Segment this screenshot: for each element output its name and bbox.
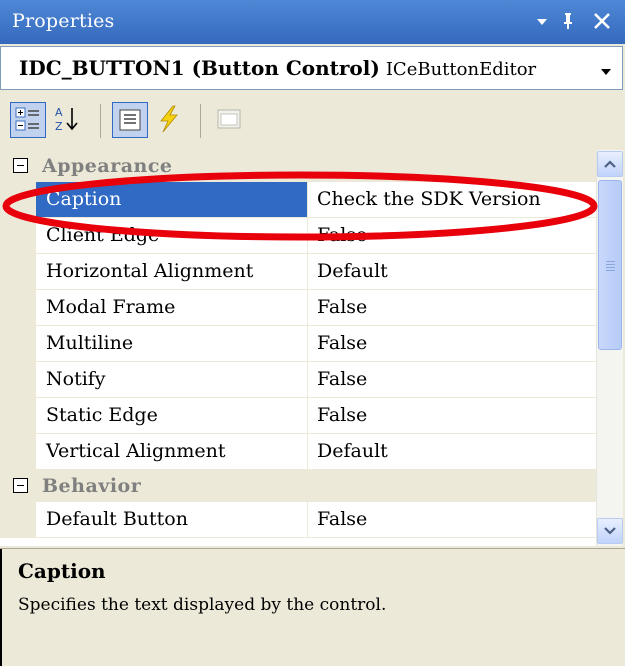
- categorized-button[interactable]: [10, 102, 46, 138]
- selected-object-name: IDC_BUTTON1 (Button Control) ICeButtonEdi…: [19, 56, 537, 80]
- chevron-up-icon: [604, 160, 616, 168]
- property-value[interactable]: Default: [309, 254, 596, 289]
- categorized-icon: [15, 107, 39, 131]
- svg-text:A: A: [55, 106, 63, 119]
- property-row-client-edge[interactable]: Client Edge False: [0, 218, 596, 254]
- property-row-default-button[interactable]: Default Button False: [0, 502, 596, 538]
- close-icon[interactable]: [592, 8, 612, 40]
- alphabetical-button[interactable]: A Z: [50, 102, 86, 138]
- chevron-down-icon[interactable]: [588, 47, 622, 89]
- property-name: Client Edge: [36, 218, 308, 253]
- property-name: Horizontal Alignment: [36, 254, 308, 289]
- object-selector-dropdown[interactable]: IDC_BUTTON1 (Button Control) ICeButtonEdi…: [0, 46, 623, 90]
- property-row-static-edge[interactable]: Static Edge False: [0, 398, 596, 434]
- scroll-down-button[interactable]: [597, 518, 623, 544]
- property-pages-button[interactable]: [212, 102, 248, 138]
- category-label: Appearance: [42, 155, 173, 177]
- chevron-down-icon: [604, 527, 616, 535]
- property-value[interactable]: Default: [309, 434, 596, 469]
- toolbar: A Z: [0, 92, 625, 150]
- property-value[interactable]: False: [309, 290, 596, 325]
- description-title: Caption: [18, 559, 106, 583]
- window-title: Properties: [12, 10, 115, 32]
- properties-icon: [119, 109, 141, 131]
- events-icon: [160, 105, 178, 133]
- collapse-icon[interactable]: [13, 478, 28, 493]
- property-value[interactable]: False: [309, 502, 596, 537]
- collapse-icon[interactable]: [13, 158, 28, 173]
- scrollbar-thumb[interactable]: [598, 180, 622, 350]
- property-row-notify[interactable]: Notify False: [0, 362, 596, 398]
- property-row-vertical-alignment[interactable]: Vertical Alignment Default: [0, 434, 596, 470]
- description-text: Specifies the text displayed by the cont…: [18, 595, 387, 615]
- selected-object-type: ICeButtonEditor: [385, 59, 537, 80]
- category-label: Behavior: [42, 475, 142, 497]
- category-behavior[interactable]: Behavior: [0, 470, 596, 502]
- events-button[interactable]: [152, 102, 188, 138]
- property-value[interactable]: False: [309, 362, 596, 397]
- svg-text:Z: Z: [55, 120, 63, 133]
- property-name: Notify: [36, 362, 308, 397]
- toolbar-separator: [200, 104, 201, 138]
- property-name: Multiline: [36, 326, 308, 361]
- properties-button[interactable]: [112, 102, 148, 138]
- auto-hide-pin-icon[interactable]: [560, 8, 576, 40]
- property-pages-icon: [217, 109, 241, 129]
- property-value[interactable]: Check the SDK Version: [309, 182, 596, 217]
- property-name: Caption: [36, 182, 308, 217]
- property-grid: Appearance Caption Check the SDK Version…: [0, 150, 596, 546]
- property-row-multiline[interactable]: Multiline False: [0, 326, 596, 362]
- property-name: Default Button: [36, 502, 308, 537]
- property-name: Vertical Alignment: [36, 434, 308, 469]
- description-pane: Caption Specifies the text displayed by …: [0, 548, 625, 666]
- property-value[interactable]: False: [309, 398, 596, 433]
- scroll-up-button[interactable]: [597, 151, 623, 177]
- property-name: Modal Frame: [36, 290, 308, 325]
- property-value[interactable]: False: [309, 326, 596, 361]
- property-row-horizontal-alignment[interactable]: Horizontal Alignment Default: [0, 254, 596, 290]
- toolbar-separator: [100, 104, 101, 138]
- property-row-caption[interactable]: Caption Check the SDK Version: [0, 182, 596, 218]
- title-bar: Properties: [0, 0, 625, 44]
- category-appearance[interactable]: Appearance: [0, 150, 596, 182]
- property-name: Static Edge: [36, 398, 308, 433]
- property-row-modal-frame[interactable]: Modal Frame False: [0, 290, 596, 326]
- window-position-dropdown-icon[interactable]: [535, 8, 549, 40]
- vertical-scrollbar[interactable]: [596, 150, 623, 546]
- properties-window: Properties IDC_BUTTON1 (Button Control) I…: [0, 0, 625, 666]
- property-value[interactable]: False: [309, 218, 596, 253]
- alphabetical-icon: A Z: [55, 106, 78, 133]
